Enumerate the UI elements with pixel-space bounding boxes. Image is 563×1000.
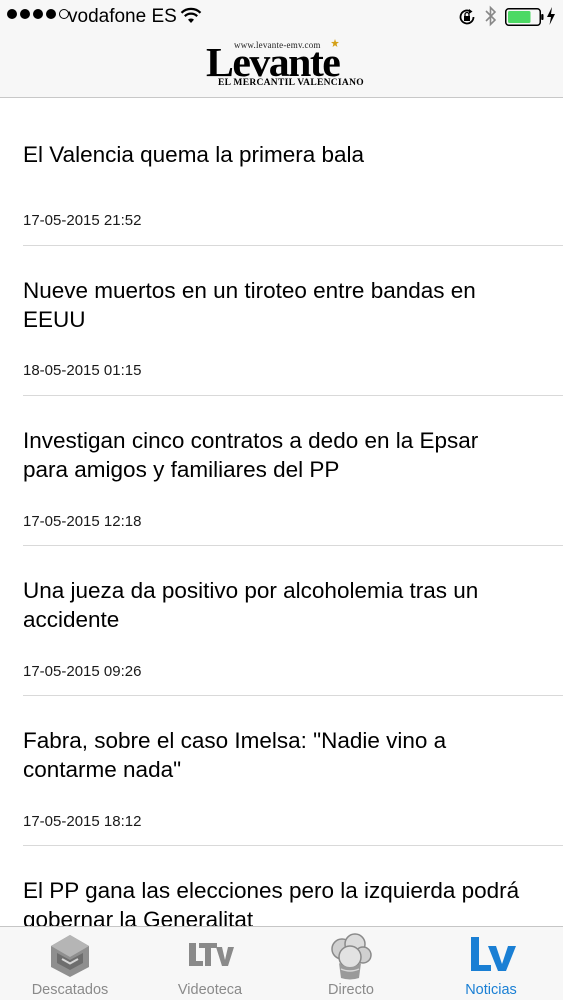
- news-date: 17-05-2015 09:26: [23, 663, 142, 680]
- rotation-lock-icon: [459, 9, 475, 25]
- signal-dot: [46, 9, 56, 19]
- signal-strength-icon: [7, 9, 69, 19]
- lv-icon: [471, 937, 516, 971]
- signal-dot: [7, 9, 17, 19]
- news-date: 18-05-2015 01:15: [23, 362, 142, 379]
- carrier-name: vodafone ES: [68, 6, 177, 27]
- app-header: www.levante-emv.com Levante EL MERCANTIL…: [0, 34, 563, 98]
- news-item[interactable]: Nueve muertos en un tiroteo entre bandas…: [23, 246, 563, 396]
- tab-label: Descatados: [31, 982, 109, 998]
- tab-label: Directo: [328, 982, 374, 998]
- news-date: 17-05-2015 12:18: [23, 513, 142, 530]
- tab-descatados[interactable]: Descatados: [0, 927, 140, 1000]
- ltv-icon: [189, 943, 234, 966]
- news-item[interactable]: Investigan cinco contratos a dedo en la …: [23, 396, 563, 546]
- tab-videoteca[interactable]: Videoteca: [140, 927, 280, 1000]
- live-icon: [331, 933, 372, 980]
- news-item[interactable]: Fabra, sobre el caso Imelsa: "Nadie vino…: [23, 696, 563, 846]
- levante-logo[interactable]: www.levante-emv.com Levante EL MERCANTIL…: [206, 38, 366, 92]
- news-title: Nueve muertos en un tiroteo entre bandas…: [23, 278, 476, 332]
- tab-bar: Descatados Videoteca Directo Noticias: [0, 926, 563, 1000]
- tab-directo[interactable]: Directo: [281, 927, 421, 1000]
- news-date: 17-05-2015 18:12: [23, 813, 142, 830]
- news-item[interactable]: Una jueza da positivo por alcoholemia tr…: [23, 546, 563, 696]
- charging-icon: [547, 7, 555, 25]
- news-title: El Valencia quema la primera bala: [23, 142, 365, 167]
- status-bar: vodafone ES: [0, 0, 563, 34]
- signal-dot: [20, 9, 30, 19]
- tab-label: Noticias: [465, 982, 517, 998]
- bluetooth-icon: [485, 5, 497, 27]
- news-title: Investigan cinco contratos a dedo en la …: [23, 428, 479, 482]
- news-title: Fabra, sobre el caso Imelsa: "Nadie vino…: [23, 728, 447, 782]
- news-title: Una jueza da positivo por alcoholemia tr…: [23, 578, 479, 632]
- wifi-icon: [180, 7, 202, 23]
- highlights-icon: [51, 935, 89, 977]
- screen: vodafone ES www.levante-emv.com Levante …: [0, 0, 563, 1000]
- news-date: 17-05-2015 21:52: [23, 212, 142, 229]
- battery-icon: [505, 8, 544, 26]
- logo-subtitle: EL MERCANTIL VALENCIANO: [218, 78, 364, 88]
- signal-dot: [33, 9, 43, 19]
- logo-wordmark: Levante: [206, 39, 341, 85]
- tab-label: Videoteca: [177, 982, 243, 998]
- news-item[interactable]: El Valencia quema la primera bala 17-05-…: [23, 98, 563, 246]
- news-list: El Valencia quema la primera bala 17-05-…: [0, 98, 563, 995]
- tab-noticias[interactable]: Noticias: [421, 927, 561, 1000]
